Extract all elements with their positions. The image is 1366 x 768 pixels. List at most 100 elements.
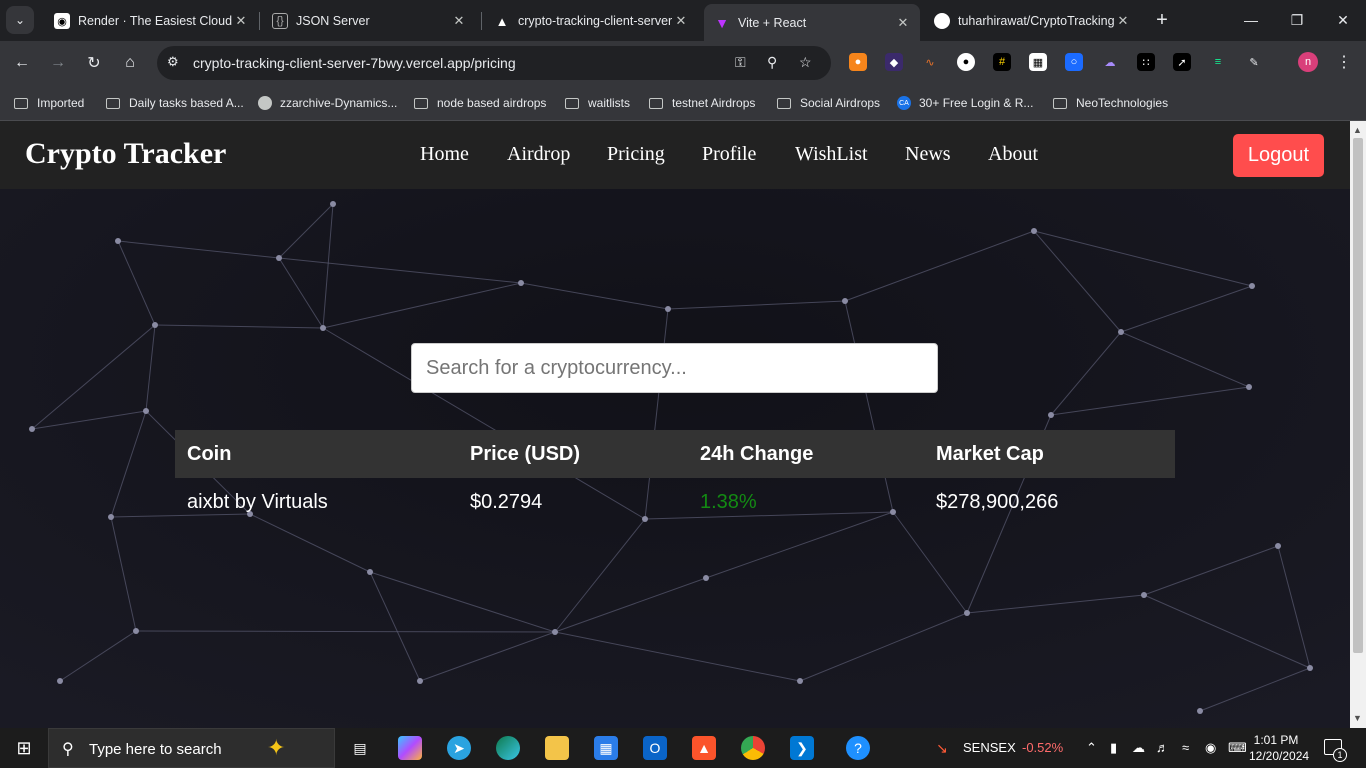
bookmark-item[interactable]: Social Airdrops: [777, 93, 880, 113]
outlook-icon[interactable]: O: [643, 736, 667, 760]
reload-icon[interactable]: ↻: [80, 49, 108, 77]
tab-vercel[interactable]: ▲ crypto-tracking-client-server ✕: [484, 6, 698, 36]
restore-icon[interactable]: ❐: [1274, 6, 1320, 34]
bookmark-item[interactable]: node based airdrops: [414, 93, 546, 113]
extension-icon[interactable]: ▦: [1029, 53, 1047, 71]
nav-link-news[interactable]: News: [905, 143, 951, 166]
vscode-icon[interactable]: ❯: [790, 736, 814, 760]
extension-icon[interactable]: ●: [957, 53, 975, 71]
bookmark-item[interactable]: waitlists: [565, 93, 630, 113]
bookmark-item[interactable]: Daily tasks based A...: [106, 93, 244, 113]
column-header-market-cap: Market Cap: [936, 443, 1044, 465]
ticker-name[interactable]: SENSEX: [963, 740, 1016, 755]
bookmark-item[interactable]: testnet Airdrops: [649, 93, 755, 113]
market-cap-cell: $278,900,266: [936, 491, 1059, 513]
bookmark-item[interactable]: NeoTechnologies: [1053, 93, 1168, 113]
extension-icon[interactable]: ≡: [1209, 53, 1227, 71]
network-node: [330, 201, 336, 207]
onedrive-cloud-icon[interactable]: ☁: [1132, 740, 1145, 756]
extension-icon[interactable]: ➚: [1173, 53, 1191, 71]
nav-link-home[interactable]: Home: [420, 143, 469, 166]
extension-icon[interactable]: ☁: [1101, 53, 1119, 71]
password-key-icon[interactable]: ⚿: [735, 54, 746, 71]
meet-icon[interactable]: ◉: [1205, 740, 1216, 756]
metamask-extension-icon[interactable]: ●: [849, 53, 867, 71]
nav-link-about[interactable]: About: [988, 143, 1038, 166]
extensions-puzzle-icon[interactable]: ✎: [1245, 53, 1263, 71]
tab-separator: [259, 12, 260, 30]
clock-time: 1:01 PM: [1253, 733, 1299, 747]
github-icon: [258, 96, 272, 110]
nav-link-profile[interactable]: Profile: [702, 143, 756, 166]
taskbar-search-placeholder: Type here to search: [89, 741, 222, 758]
crypto-search-input[interactable]: [411, 343, 938, 393]
folder-icon: [777, 97, 791, 109]
nav-link-airdrop[interactable]: Airdrop: [507, 143, 570, 166]
new-tab-icon[interactable]: +: [1150, 8, 1174, 32]
tab-json-server[interactable]: {} JSON Server ✕: [262, 6, 476, 36]
edge-browser-icon[interactable]: [496, 736, 520, 760]
copilot-app-icon[interactable]: [398, 736, 422, 760]
bookmark-item[interactable]: CA 30+ Free Login & R...: [897, 93, 1033, 113]
network-node: [964, 610, 970, 616]
table-row[interactable]: aixbt by Virtuals $0.2794 1.38% $278,900…: [175, 478, 1175, 526]
close-tab-icon[interactable]: ✕: [894, 15, 912, 31]
telegram-icon[interactable]: ➤: [447, 736, 471, 760]
url-text[interactable]: crypto-tracking-client-server-7bwy.verce…: [193, 55, 516, 71]
minimize-icon[interactable]: —: [1228, 6, 1274, 34]
file-explorer-icon[interactable]: [545, 736, 569, 760]
home-icon[interactable]: ⌂: [116, 49, 144, 77]
tab-search-button[interactable]: ⌄: [6, 6, 34, 34]
tab-vite-react[interactable]: ▼ Vite + React ✕: [704, 4, 920, 41]
tab-github[interactable]: tuharhirawat/CryptoTracking ✕: [924, 6, 1140, 36]
task-view-icon[interactable]: ▤: [348, 736, 372, 760]
scroll-up-icon[interactable]: ▲: [1353, 125, 1362, 135]
extension-icon[interactable]: #: [993, 53, 1011, 71]
back-icon[interactable]: ←: [8, 49, 36, 77]
close-window-icon[interactable]: ✕: [1320, 6, 1366, 34]
brave-browser-icon[interactable]: ▲: [692, 736, 716, 760]
logout-button[interactable]: Logout: [1233, 134, 1324, 177]
show-hidden-icons-icon[interactable]: ⌃: [1086, 740, 1097, 756]
ticker-value[interactable]: -0.52%: [1022, 740, 1063, 755]
battery-icon[interactable]: ▮: [1110, 740, 1117, 756]
extension-icon[interactable]: ∷: [1137, 53, 1155, 71]
taskbar-clock[interactable]: 1:01 PM 12/20/2024: [1249, 732, 1309, 764]
bookmarks-bar: Imported Daily tasks based A... zzarchiv…: [0, 85, 1366, 121]
taskbar-search-box[interactable]: ⚲ Type here to search ✦: [48, 728, 335, 768]
extension-icon[interactable]: ○: [1065, 53, 1083, 71]
windows-start-icon[interactable]: ⊞: [12, 736, 36, 760]
volume-icon[interactable]: ♬: [1156, 740, 1169, 755]
close-tab-icon[interactable]: ✕: [1114, 13, 1132, 29]
site-brand[interactable]: Crypto Tracker: [25, 137, 226, 171]
bookmark-item[interactable]: zzarchive-Dynamics...: [258, 93, 397, 113]
tab-render[interactable]: ◉ Render · The Easiest Cloud F ✕: [44, 6, 258, 36]
tab-title: tuharhirawat/CryptoTracking: [958, 14, 1114, 28]
tab-title: Render · The Easiest Cloud F: [78, 14, 232, 28]
microsoft-store-icon[interactable]: ▦: [594, 736, 618, 760]
close-tab-icon[interactable]: ✕: [232, 13, 250, 29]
scrollbar-thumb[interactable]: [1353, 138, 1363, 653]
forward-icon[interactable]: →: [44, 49, 72, 77]
extension-icon[interactable]: ∿: [921, 53, 939, 71]
bookmark-star-icon[interactable]: ☆: [799, 54, 812, 71]
chrome-browser-icon[interactable]: [741, 736, 765, 760]
nav-link-pricing[interactable]: Pricing: [607, 143, 665, 166]
wifi-icon[interactable]: ≈: [1182, 740, 1189, 755]
page-scrollbar[interactable]: ▲ ▼: [1350, 121, 1366, 728]
profile-avatar[interactable]: n: [1298, 52, 1318, 72]
help-icon[interactable]: ?: [846, 736, 870, 760]
scroll-down-icon[interactable]: ▼: [1353, 713, 1362, 723]
copilot-sparkle-icon: ✦: [267, 735, 286, 760]
nav-link-wishlist[interactable]: WishList: [795, 143, 868, 166]
keyboard-icon[interactable]: ⌨: [1228, 740, 1247, 756]
address-bar[interactable]: ⚙ crypto-tracking-client-server-7bwy.ver…: [157, 46, 831, 80]
close-tab-icon[interactable]: ✕: [672, 13, 690, 29]
bookmark-item[interactable]: Imported: [14, 93, 84, 113]
zoom-icon[interactable]: ⚲: [767, 54, 777, 71]
close-tab-icon[interactable]: ✕: [450, 13, 468, 29]
extension-icon[interactable]: ◆: [885, 53, 903, 71]
site-info-icon[interactable]: ⚙: [167, 54, 179, 70]
menu-kebab-icon[interactable]: ⋮: [1336, 52, 1352, 72]
tab-separator: [481, 12, 482, 30]
